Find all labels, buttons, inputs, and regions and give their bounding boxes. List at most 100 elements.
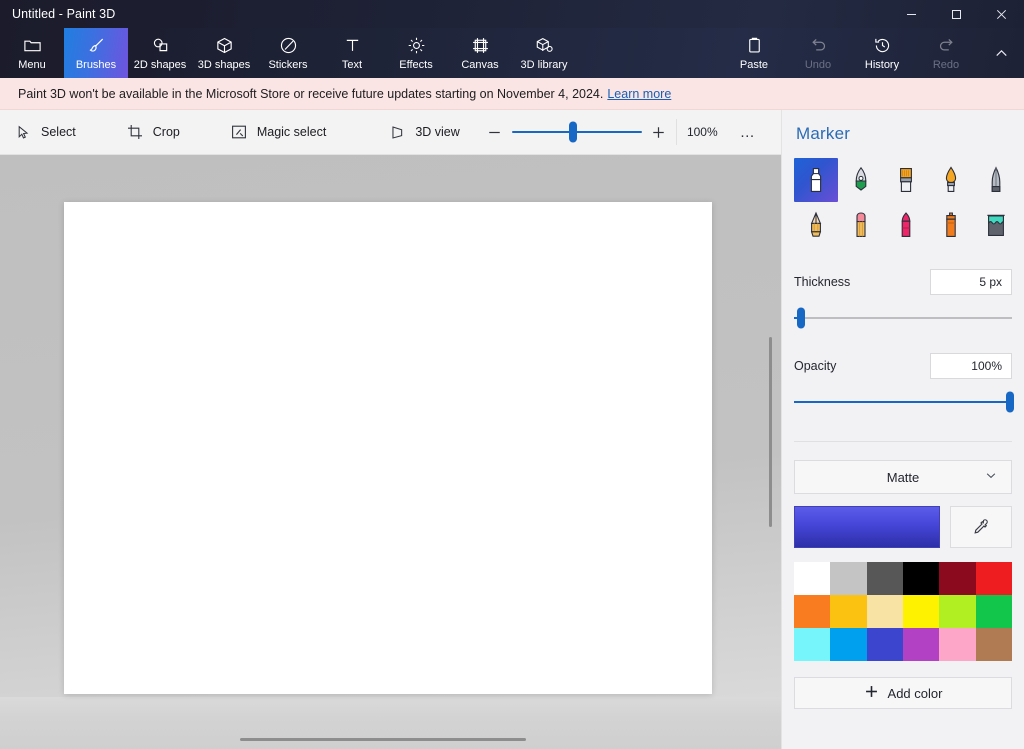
ribbon-item-paste[interactable]: Paste — [722, 28, 786, 78]
brush-tool-calligraphy-pen[interactable] — [839, 158, 883, 202]
thickness-slider-rail — [794, 317, 1012, 319]
thickness-label: Thickness — [794, 275, 851, 289]
eyedropper-button[interactable] — [950, 506, 1012, 548]
opacity-slider-fill — [794, 401, 1010, 403]
color-swatch[interactable] — [794, 562, 831, 595]
color-row — [794, 506, 1012, 548]
add-color-label: Add color — [887, 685, 943, 701]
toolbar-button-label: Select — [41, 125, 76, 139]
ribbon-item-canvas[interactable]: Canvas — [448, 28, 512, 78]
brush-tool-fill[interactable] — [974, 203, 1018, 247]
toolbar-button-label: 3D view — [415, 125, 460, 139]
vertical-scrollbar[interactable] — [769, 337, 772, 527]
banner-learn-more-link[interactable]: Learn more — [607, 87, 671, 101]
select-button[interactable]: Select — [0, 110, 90, 155]
ribbon-left-group: Menu Brushes 2D shapes 3D shapes Sticker… — [0, 28, 576, 78]
ribbon-item-stickers[interactable]: Stickers — [256, 28, 320, 78]
brush-icon — [87, 36, 106, 56]
opacity-slider[interactable] — [794, 389, 1014, 415]
zoom-in-button[interactable] — [644, 110, 674, 155]
opacity-value-input[interactable]: 100% — [930, 353, 1012, 379]
undo-icon — [809, 36, 828, 56]
canvas-stage[interactable] — [0, 155, 781, 749]
thickness-value-input[interactable]: 5 px — [930, 269, 1012, 295]
color-swatch[interactable] — [794, 595, 831, 628]
brush-tool-pencil[interactable] — [794, 203, 838, 247]
color-swatch[interactable] — [975, 595, 1012, 628]
drawing-canvas[interactable] — [64, 202, 712, 694]
ribbon-right-group: Paste Undo History Redo — [722, 28, 1024, 78]
zoom-out-button[interactable] — [480, 110, 510, 155]
close-button[interactable] — [979, 0, 1024, 28]
horizontal-scrollbar[interactable] — [240, 738, 526, 741]
ribbon-item-label: History — [864, 58, 900, 71]
maximize-button[interactable] — [934, 0, 979, 28]
color-swatch[interactable] — [902, 628, 940, 661]
brush-tool-oil-brush[interactable] — [884, 158, 928, 202]
toolbar-button-label: Crop — [152, 125, 180, 139]
brush-tool-marker[interactable] — [794, 158, 838, 202]
ribbon-item-3d-library[interactable]: 3D library — [512, 28, 576, 78]
color-swatch[interactable] — [939, 562, 976, 595]
crayon-icon — [901, 212, 911, 237]
thickness-slider-thumb[interactable] — [796, 307, 805, 329]
opacity-section: Opacity 100% — [782, 331, 1024, 415]
ribbon-collapse-button[interactable] — [978, 28, 1024, 78]
ribbon-item-effects[interactable]: Effects — [384, 28, 448, 78]
ribbon-item-text[interactable]: Text — [320, 28, 384, 78]
brush-tool-watercolor[interactable] — [929, 158, 973, 202]
color-swatch[interactable] — [866, 562, 903, 595]
ribbon-item-label: Undo — [804, 58, 832, 71]
brush-tool-grid — [782, 144, 1024, 247]
ribbon-item-3d-shapes[interactable]: 3D shapes — [192, 28, 256, 78]
3d-view-button[interactable]: 3D view — [374, 110, 473, 155]
opacity-slider-thumb[interactable] — [1005, 391, 1014, 413]
color-swatch[interactable] — [830, 562, 867, 595]
ribbon-item-history[interactable]: History — [850, 28, 914, 78]
color-swatch[interactable] — [939, 628, 976, 661]
close-icon — [996, 9, 1007, 19]
current-color-swatch[interactable] — [794, 506, 940, 548]
color-swatch[interactable] — [866, 595, 903, 628]
thickness-slider[interactable] — [794, 305, 1012, 331]
brush-tool-crayon[interactable] — [884, 203, 928, 247]
color-swatch[interactable] — [830, 628, 867, 661]
material-dropdown[interactable]: Matte — [794, 460, 1012, 494]
deprecation-banner: Paint 3D won't be available in the Micro… — [0, 78, 1024, 110]
text-icon — [343, 36, 362, 56]
color-swatch[interactable] — [830, 595, 867, 628]
toolbar-more-button[interactable]: … — [730, 124, 766, 141]
color-swatch[interactable] — [902, 595, 940, 628]
ribbon-item-menu[interactable]: Menu — [0, 28, 64, 78]
ribbon-item-brushes[interactable]: Brushes — [64, 28, 128, 78]
crop-button[interactable]: Crop — [112, 110, 194, 155]
minimize-icon — [907, 13, 916, 15]
brush-tool-spray-can[interactable] — [929, 203, 973, 247]
color-swatch[interactable] — [902, 562, 940, 595]
panel-title: Marker — [796, 124, 851, 143]
workspace: Select Crop Magic select 3D view 100% … … — [0, 110, 1024, 749]
minimize-button[interactable] — [889, 0, 934, 28]
color-swatch[interactable] — [866, 628, 903, 661]
plus-icon — [864, 684, 879, 702]
calligraphy-pen-icon — [855, 166, 867, 191]
opacity-label: Opacity — [794, 359, 837, 373]
zoom-slider-thumb[interactable] — [568, 121, 577, 143]
chevron-up-icon — [995, 49, 1007, 56]
color-swatch[interactable] — [939, 595, 976, 628]
canvas-toolbar: Select Crop Magic select 3D view 100% … — [0, 110, 781, 155]
brush-tool-pixel-pen[interactable] — [974, 158, 1018, 202]
magic-select-button[interactable]: Magic select — [216, 110, 340, 155]
color-swatch[interactable] — [975, 628, 1012, 661]
ribbon-item-2d-shapes[interactable]: 2D shapes — [128, 28, 192, 78]
color-palette — [794, 562, 1012, 661]
chevron-down-icon — [984, 469, 998, 486]
color-swatch[interactable] — [794, 628, 831, 661]
ribbon-item-label: Menu — [18, 58, 46, 71]
zoom-slider[interactable] — [511, 110, 642, 155]
color-swatch[interactable] — [975, 562, 1012, 595]
ribbon-item-label: Paste — [739, 58, 769, 71]
maximize-icon — [952, 9, 961, 19]
add-color-button[interactable]: Add color — [794, 677, 1012, 709]
brush-tool-eraser[interactable] — [839, 203, 883, 247]
